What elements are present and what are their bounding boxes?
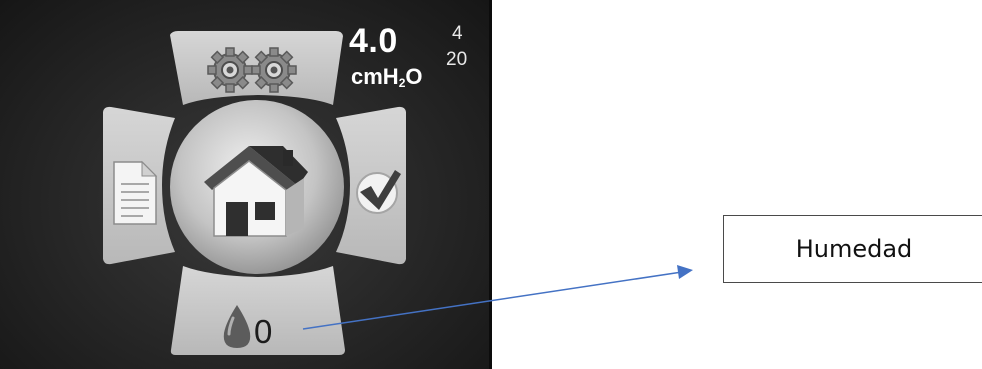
callout-arrow	[302, 265, 693, 330]
callout-label: Humedad	[795, 235, 913, 263]
humedad-callout-box: Humedad	[723, 215, 982, 283]
